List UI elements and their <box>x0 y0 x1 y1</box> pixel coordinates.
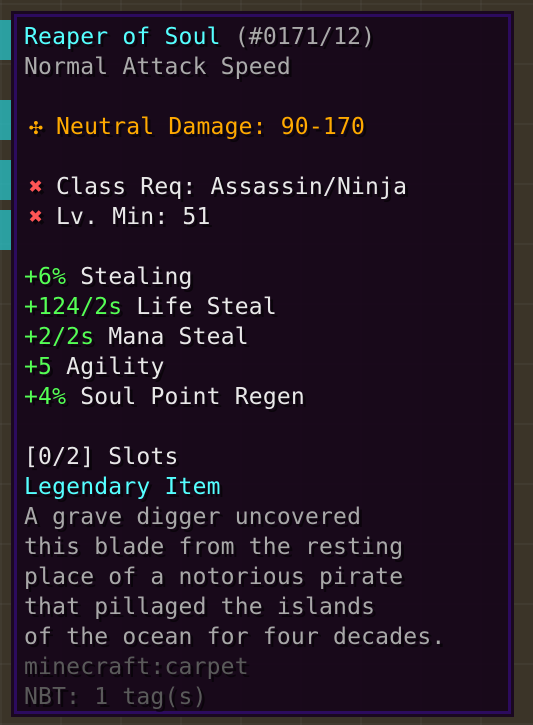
identification-mana-steal: +2/2s Mana Steal <box>24 322 507 352</box>
lore-line: of the ocean for four decades. <box>24 624 446 650</box>
red-x-icon: ✖ <box>28 174 44 200</box>
attack-speed: Normal Attack Speed <box>24 54 291 80</box>
identification-name: Stealing <box>80 264 193 290</box>
identification-agility: +5 Agility <box>24 352 507 382</box>
tooltip-content: Reaper of Soul (#0171/12) Normal Attack … <box>24 22 507 712</box>
item-tooltip: Reaper of Soul (#0171/12) Normal Attack … <box>11 11 514 717</box>
item-tier: Legendary Item <box>24 474 221 500</box>
class-requirement-label: Class Req: Assassin/Ninja <box>56 174 408 200</box>
identification-stealing: +6% Stealing <box>24 262 507 292</box>
identification-value: +2/2s <box>24 324 95 350</box>
identification-name: Life Steal <box>136 294 277 320</box>
class-requirement: ✖ Class Req: Assassin/Ninja <box>24 172 507 202</box>
item-name: Reaper of Soul <box>24 24 221 50</box>
identification-name: Mana Steal <box>108 324 249 350</box>
identification-life-steal: +124/2s Life Steal <box>24 292 507 322</box>
identification-value: +124/2s <box>24 294 123 320</box>
powder-slots: [0/2] Slots <box>24 444 179 470</box>
level-requirement: ✖ Lv. Min: 51 <box>24 202 507 232</box>
identification-value: +6% <box>24 264 67 290</box>
lore-line: this blade from the resting <box>24 534 404 560</box>
identification-name: Agility <box>66 354 165 380</box>
red-x-icon: ✖ <box>28 204 44 230</box>
nbt-count: NBT: 1 tag(s) <box>24 684 207 710</box>
item-id: (#0171/12) <box>234 24 376 50</box>
damage-line: ✣ Neutral Damage: 90-170 <box>24 112 507 142</box>
registry-name: minecraft:carpet <box>24 654 249 680</box>
identification-name: Soul Point Regen <box>80 384 305 410</box>
damage-label: Neutral Damage: 90-170 <box>56 114 366 140</box>
identification-value: +5 <box>24 354 53 380</box>
identification-value: +4% <box>24 384 67 410</box>
neutral-damage-icon: ✣ <box>28 114 44 140</box>
identification-soul-point-regen: +4% Soul Point Regen <box>24 382 507 412</box>
item-title-line: Reaper of Soul (#0171/12) <box>24 22 507 52</box>
lore-line: that pillaged the islands <box>24 594 376 620</box>
level-requirement-label: Lv. Min: 51 <box>56 204 211 230</box>
lore-line: place of a notorious pirate <box>24 564 404 590</box>
lore-line: A grave digger uncovered <box>24 504 362 530</box>
